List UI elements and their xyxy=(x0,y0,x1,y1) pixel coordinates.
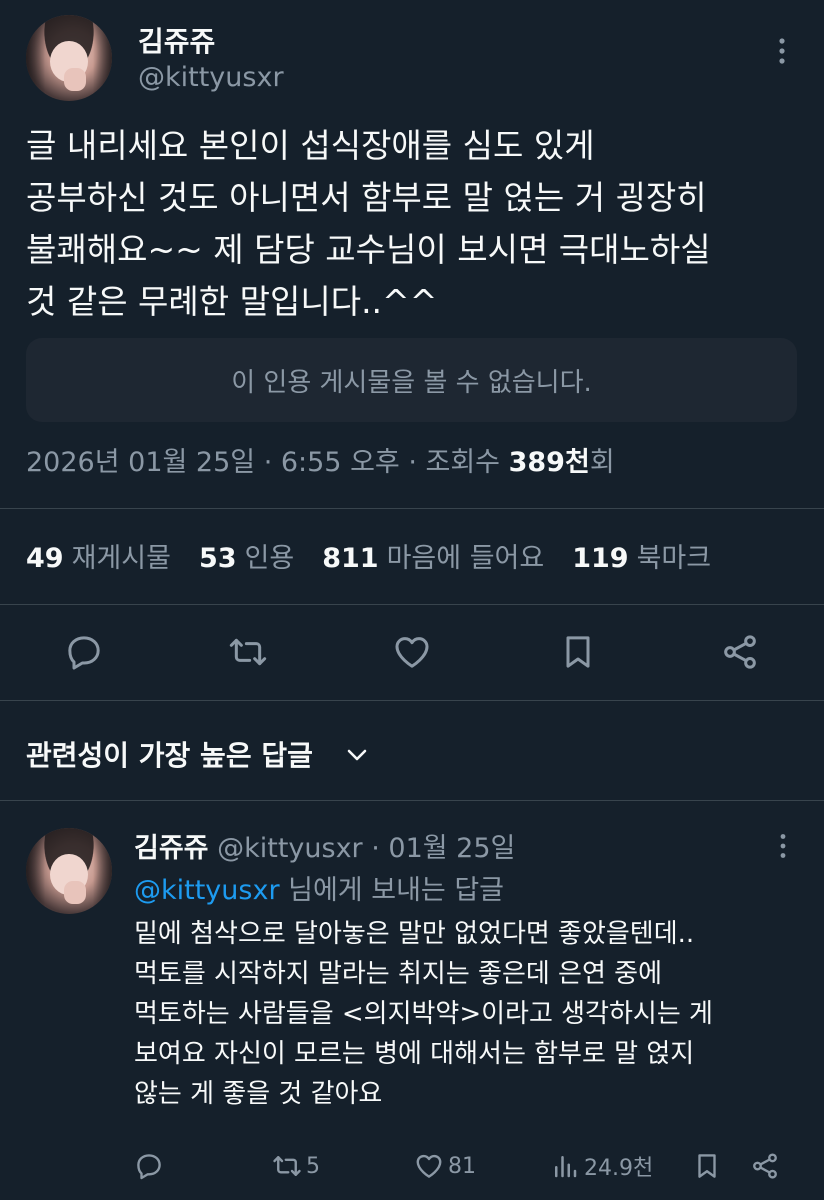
share-button[interactable] xyxy=(718,630,762,674)
stat-bookmarks[interactable]: 119 북마크 xyxy=(572,536,711,575)
reply-repost-count: 5 xyxy=(306,1153,320,1179)
divider xyxy=(0,800,824,801)
stat-reposts[interactable]: 49 재게시물 xyxy=(26,536,171,575)
stat-likes-label: 마음에 들어요 xyxy=(386,543,545,574)
tweet-stats: 49 재게시물 53 인용 811 마음에 들어요 119 북마크 xyxy=(26,536,739,575)
more-options-icon[interactable] xyxy=(772,832,794,860)
repost-icon xyxy=(273,1156,301,1176)
reply-repost-button[interactable]: 5 xyxy=(272,1148,320,1184)
share-icon xyxy=(724,635,756,669)
stat-reposts-label: 재게시물 xyxy=(71,543,171,574)
tweet-detail-page: 김쥬쥬 @kittyusxr 글 내리세요 본인이 섭식장애를 심도 있게 공부… xyxy=(0,0,824,1200)
reply-button[interactable] xyxy=(62,630,106,674)
divider xyxy=(0,604,824,605)
replying-to-mention[interactable]: @kittyusxr xyxy=(134,875,280,906)
reply-text: 밑에 첨삭으로 달아놓은 말만 없었다면 좋았을텐데.. 먹토를 시작하지 말라… xyxy=(134,919,713,1109)
reply-share-button[interactable] xyxy=(750,1148,784,1184)
reply-like-count: 81 xyxy=(448,1153,476,1179)
author-avatar[interactable] xyxy=(26,15,112,101)
reply-handle-date[interactable]: @kittyusxr · 01월 25일 xyxy=(209,833,515,864)
stat-quotes-label: 인용 xyxy=(244,543,295,574)
reply-view-count: 24.9천 xyxy=(584,1156,654,1181)
bookmark-button[interactable] xyxy=(556,630,600,674)
share-icon xyxy=(753,1153,777,1179)
reply-bookmark-button[interactable] xyxy=(692,1148,726,1184)
reply-icon xyxy=(137,1154,161,1180)
stat-reposts-count: 49 xyxy=(26,543,64,574)
stat-quotes[interactable]: 53 인용 xyxy=(199,536,294,575)
like-icon xyxy=(395,637,429,668)
reply-reply-button[interactable] xyxy=(134,1148,168,1184)
like-button[interactable] xyxy=(390,630,434,674)
stat-quotes-count: 53 xyxy=(198,543,237,574)
quote-unavailable-box: 이 인용 게시물을 볼 수 없습니다. xyxy=(26,338,797,422)
view-count[interactable]: 389천 xyxy=(509,447,590,478)
tweet-meta: 2026년 01월 25일 · 6:55 오후 · 조회수 389천회 xyxy=(26,440,615,479)
tweet-text: 글 내리세요 본인이 섭식장애를 심도 있게 공부하신 것도 아니면서 함부로 … xyxy=(26,126,711,321)
reply-author-name[interactable]: 김쥬쥬 xyxy=(134,833,209,864)
stat-bookmarks-count: 119 xyxy=(572,543,629,574)
bookmark-icon xyxy=(698,1154,716,1178)
bookmark-icon xyxy=(566,636,590,668)
stat-likes-count: 811 xyxy=(322,543,379,574)
divider xyxy=(0,700,824,701)
stat-likes[interactable]: 811 마음에 들어요 xyxy=(322,536,544,575)
replying-to-suffix: 님에게 보내는 답글 xyxy=(279,875,505,906)
reply-like-button[interactable]: 81 xyxy=(414,1148,476,1184)
author-display-name[interactable]: 김쥬쥬 xyxy=(138,20,215,60)
repost-icon xyxy=(229,638,267,666)
reply-header: 김쥬쥬 @kittyusxr · 01월 25일 xyxy=(134,826,515,865)
divider xyxy=(0,508,824,509)
more-options-icon[interactable] xyxy=(770,36,794,66)
reply-icon xyxy=(68,636,100,670)
reply-author-avatar[interactable] xyxy=(26,828,112,914)
author-handle[interactable]: @kittyusxr xyxy=(138,62,284,93)
chevron-down-icon[interactable] xyxy=(344,744,370,766)
reply-views-button[interactable]: 24.9천 xyxy=(550,1148,653,1184)
view-count-suffix: 회 xyxy=(589,447,615,478)
repost-button[interactable] xyxy=(226,630,270,674)
reply-sort-label[interactable]: 관련성이 가장 높은 답글 xyxy=(26,734,313,774)
tweet-timestamp[interactable]: 2026년 01월 25일 · 6:55 오후 · 조회수 xyxy=(26,447,509,478)
quote-unavailable-text: 이 인용 게시물을 볼 수 없습니다. xyxy=(231,367,592,398)
like-icon xyxy=(416,1154,442,1178)
views-icon xyxy=(555,1156,577,1178)
replying-to: @kittyusxr 님에게 보내는 답글 xyxy=(134,868,504,907)
stat-bookmarks-label: 북마크 xyxy=(636,543,712,574)
